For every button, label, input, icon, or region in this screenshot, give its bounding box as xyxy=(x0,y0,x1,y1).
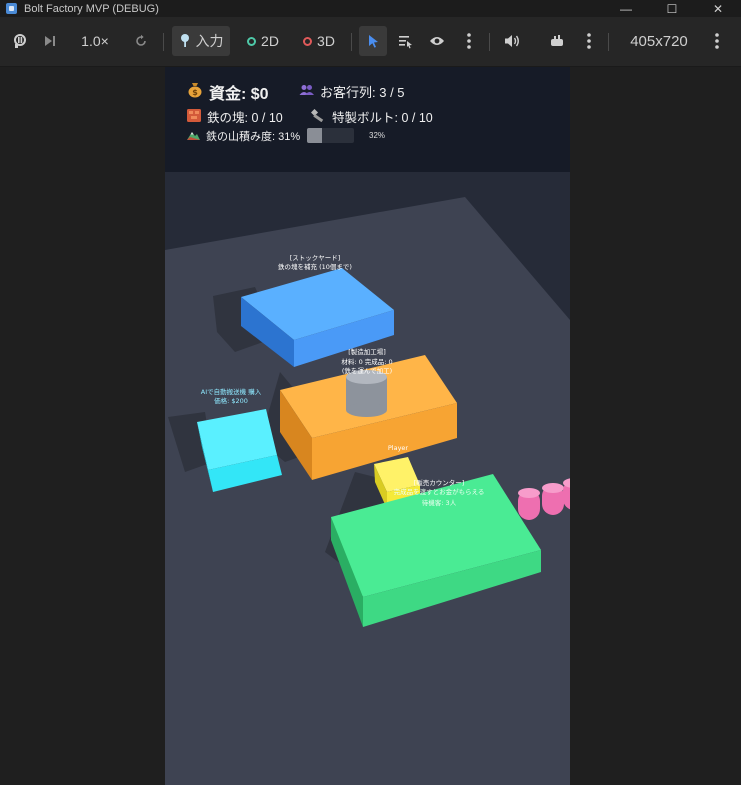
gamepad-icon[interactable] xyxy=(545,26,569,56)
bolt-text: 特製ボルト: 0 / 10 xyxy=(332,111,433,125)
select-tool-icon[interactable] xyxy=(359,26,387,56)
pile-display: 鉄の山積み度: 31% xyxy=(187,128,300,144)
more-options-icon[interactable] xyxy=(580,26,598,56)
mode-2d-icon xyxy=(247,36,257,46)
more-options-icon[interactable] xyxy=(460,26,478,56)
pile-text: 鉄の山積み度: 31% xyxy=(206,131,301,143)
mode-2d-button[interactable]: 2D xyxy=(240,26,286,56)
svg-text:$: $ xyxy=(192,88,198,97)
pile-progress-fill xyxy=(307,128,322,143)
auto-transport-title: AIで自動搬送機 購入 xyxy=(201,387,262,396)
mode-3d-icon xyxy=(303,36,313,46)
factory-stock: 材料: 0 完成品: 0 xyxy=(341,357,392,366)
money-text: 資金: $0 xyxy=(209,86,269,103)
iron-display: 鉄の塊: 0 / 10 xyxy=(187,107,283,126)
queue-text: お客行列: 3 / 5 xyxy=(320,85,405,100)
machine-cylinder xyxy=(346,370,387,417)
people-icon xyxy=(299,84,314,99)
game-viewport[interactable]: $ 資金: $0 お客行列: 3 / 5 鉄の塊: 0 / 10 特製ボルト: … xyxy=(165,67,570,785)
close-button[interactable]: ✕ xyxy=(695,0,741,17)
list-select-icon[interactable] xyxy=(393,26,417,56)
pile-progress-bar xyxy=(307,128,354,143)
counter-title: [販売カウンター] xyxy=(414,478,465,487)
customer xyxy=(542,483,564,515)
reset-speed-icon[interactable] xyxy=(128,26,154,56)
step-frame-icon[interactable] xyxy=(38,26,62,56)
bolt-icon xyxy=(310,108,326,125)
input-toggle-button[interactable]: 入力 xyxy=(172,26,230,56)
customer xyxy=(518,488,540,520)
minimize-button[interactable]: — xyxy=(603,0,649,17)
window-controls: — ☐ ✕ xyxy=(603,0,741,17)
counter-hint: 完成品を渡すとお金がもらえる xyxy=(394,487,485,496)
money-display: $ 資金: $0 xyxy=(187,80,269,104)
toolbar-separator xyxy=(163,33,164,51)
more-options-icon[interactable] xyxy=(708,26,726,56)
auto-transport-price: 価格: $200 xyxy=(214,396,248,405)
visibility-eye-icon[interactable] xyxy=(426,26,448,56)
customer-queue-display: お客行列: 3 / 5 xyxy=(299,82,405,101)
player-label: Player xyxy=(388,444,409,452)
iron-text: 鉄の塊: 0 / 10 xyxy=(207,111,283,125)
hud-panel: $ 資金: $0 お客行列: 3 / 5 鉄の塊: 0 / 10 特製ボルト: … xyxy=(165,67,570,172)
factory-hint: (鉄を運んで加工) xyxy=(342,366,392,375)
app-icon xyxy=(6,3,17,14)
pause-icon[interactable] xyxy=(8,26,32,56)
title-bar: Bolt Factory MVP (DEBUG) — ☐ ✕ xyxy=(0,0,741,17)
stockyard-subtitle: 鉄の塊を補充 (10個まで) xyxy=(278,262,352,271)
brick-icon xyxy=(187,108,201,125)
resolution-label: 405x720 xyxy=(630,32,688,50)
debug-toolbar: 1.0× 入力 2D 3D 405x720 xyxy=(0,17,741,67)
stockyard-title: [ストックヤード] xyxy=(290,254,341,262)
money-bag-icon: $ xyxy=(187,81,203,103)
toolbar-separator xyxy=(351,33,352,51)
maximize-button[interactable]: ☐ xyxy=(649,0,695,17)
window-title: Bolt Factory MVP (DEBUG) xyxy=(24,2,159,15)
mountain-icon xyxy=(187,130,200,143)
counter-waiting: 待機客: 3人 xyxy=(422,498,457,507)
toolbar-separator xyxy=(489,33,490,51)
pile-percent-label: 32% xyxy=(369,131,386,140)
bolt-display: 特製ボルト: 0 / 10 xyxy=(310,107,433,126)
mode-3d-button[interactable]: 3D xyxy=(296,26,342,56)
factory-title: [製造加工場] xyxy=(348,347,386,356)
toolbar-separator xyxy=(608,33,609,51)
joystick-icon xyxy=(180,34,189,47)
speed-selector[interactable]: 1.0× xyxy=(72,26,118,56)
input-toggle-label: 入力 xyxy=(195,33,224,49)
game-scene: [ストックヤード] 鉄の塊を補充 (10個まで) [製造加工場] 材料: 0 完… xyxy=(165,172,570,785)
speaker-icon[interactable] xyxy=(500,26,524,56)
mode-2d-label: 2D xyxy=(261,33,279,49)
mode-3d-label: 3D xyxy=(317,33,335,49)
